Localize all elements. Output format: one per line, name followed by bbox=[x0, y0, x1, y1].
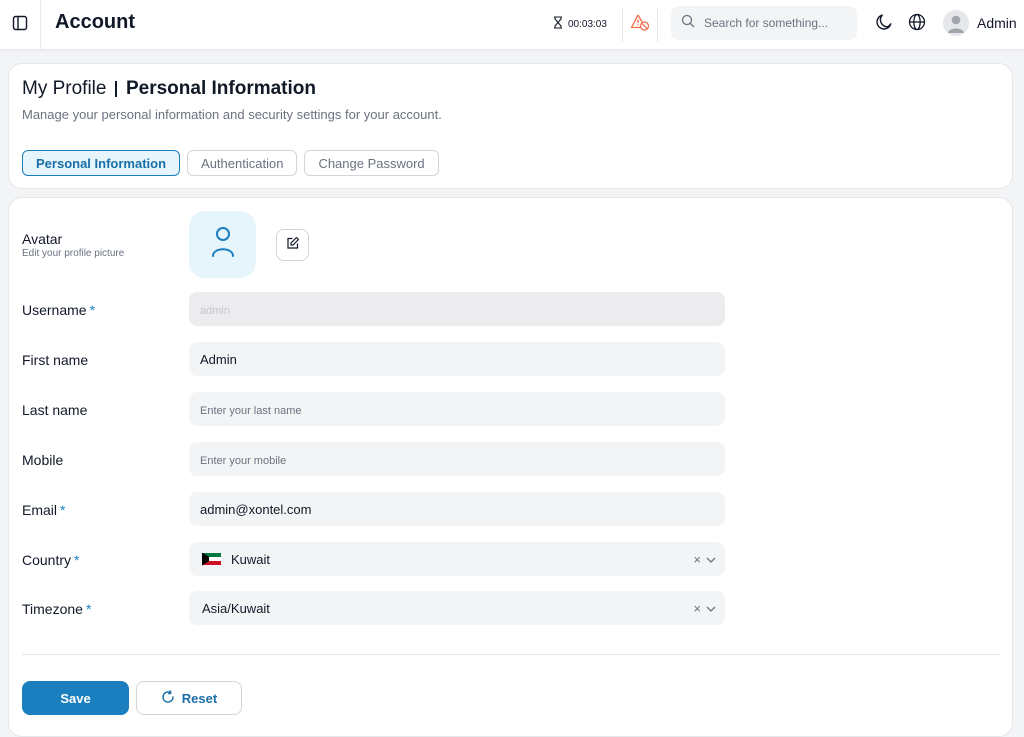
required-marker: * bbox=[85, 601, 92, 617]
timer-value: 00:03:03 bbox=[568, 18, 607, 30]
required-marker: * bbox=[89, 302, 96, 318]
alert-button[interactable] bbox=[628, 12, 652, 36]
required-marker: * bbox=[74, 552, 80, 568]
email-label-text: Email bbox=[22, 502, 58, 518]
edit-icon bbox=[286, 236, 300, 255]
divider bbox=[622, 8, 623, 42]
timezone-label: Timezone * bbox=[22, 601, 91, 617]
profile-avatar bbox=[189, 211, 256, 278]
country-value: Kuwait bbox=[231, 551, 271, 567]
avatar-hint: Edit your profile picture bbox=[22, 248, 125, 259]
user-name: Admin bbox=[977, 15, 1017, 31]
clear-timezone-button[interactable]: × bbox=[693, 601, 701, 616]
timezone-label-text: Timezone bbox=[22, 601, 83, 617]
kuwait-flag-icon bbox=[202, 552, 221, 566]
username-field[interactable] bbox=[189, 292, 725, 326]
page-title-section: Personal Information bbox=[125, 78, 316, 99]
edit-avatar-button[interactable] bbox=[276, 229, 309, 261]
username-label-text: Username bbox=[22, 302, 87, 318]
mobile-field[interactable] bbox=[189, 442, 725, 476]
clear-country-button[interactable]: × bbox=[693, 552, 701, 567]
timezone-value: Asia/Kuwait bbox=[202, 600, 270, 616]
country-select[interactable]: Kuwait × bbox=[189, 542, 725, 576]
profile-tabs: Personal Information Authentication Chan… bbox=[22, 150, 439, 176]
sidebar-toggle-button[interactable] bbox=[0, 0, 41, 50]
email-label: Email * bbox=[22, 502, 65, 518]
hourglass-icon bbox=[553, 16, 563, 32]
app-title: Account bbox=[55, 11, 135, 33]
country-label: Country * bbox=[22, 552, 79, 568]
tab-change-password[interactable]: Change Password bbox=[304, 150, 439, 176]
save-button[interactable]: Save bbox=[22, 681, 129, 715]
refresh-icon bbox=[161, 689, 175, 707]
last-name-label: Last name bbox=[22, 402, 88, 418]
tab-authentication[interactable]: Authentication bbox=[187, 150, 298, 176]
user-icon bbox=[210, 225, 236, 264]
profile-header-card: My Profile Personal Information Manage y… bbox=[8, 63, 1013, 189]
top-bar: Account 00:03:03 Admin bbox=[0, 0, 1024, 50]
tab-personal-information[interactable]: Personal Information bbox=[22, 150, 181, 176]
first-name-label: First name bbox=[22, 352, 89, 368]
divider bbox=[657, 8, 658, 42]
country-label-text: Country bbox=[22, 552, 72, 568]
reset-label: Reset bbox=[181, 690, 218, 706]
select-controls: × bbox=[693, 591, 716, 625]
first-name-field[interactable] bbox=[189, 342, 725, 376]
search-bar[interactable] bbox=[671, 6, 857, 40]
select-controls: × bbox=[693, 542, 716, 576]
timezone-select[interactable]: Asia/Kuwait × bbox=[189, 591, 725, 625]
chevron-down-icon[interactable] bbox=[706, 550, 716, 568]
page-title-main: My Profile bbox=[22, 78, 107, 99]
session-timer: 00:03:03 bbox=[553, 14, 607, 34]
reset-button[interactable]: Reset bbox=[136, 681, 242, 715]
moon-icon bbox=[875, 13, 893, 36]
title-separator bbox=[115, 81, 117, 97]
search-input[interactable] bbox=[704, 16, 844, 30]
warning-icon bbox=[630, 13, 650, 36]
theme-toggle-button[interactable] bbox=[872, 12, 896, 36]
language-button[interactable] bbox=[905, 12, 929, 36]
search-icon bbox=[681, 14, 695, 33]
sidebar-toggle-icon bbox=[12, 15, 28, 36]
username-label: Username * bbox=[22, 302, 95, 318]
user-avatar-icon bbox=[943, 10, 969, 36]
required-marker: * bbox=[60, 502, 66, 518]
globe-icon bbox=[908, 13, 926, 36]
personal-info-form: Avatar Edit your profile picture Usernam… bbox=[8, 197, 1013, 737]
avatar-label: Avatar bbox=[22, 231, 63, 247]
form-divider bbox=[22, 654, 1000, 655]
page-title: My Profile Personal Information bbox=[22, 78, 316, 100]
chevron-down-icon[interactable] bbox=[706, 599, 716, 617]
email-field[interactable] bbox=[189, 492, 725, 526]
page-description: Manage your personal information and sec… bbox=[22, 107, 442, 122]
mobile-label: Mobile bbox=[22, 452, 64, 468]
user-menu[interactable]: Admin bbox=[943, 9, 1017, 37]
last-name-field[interactable] bbox=[189, 392, 725, 426]
